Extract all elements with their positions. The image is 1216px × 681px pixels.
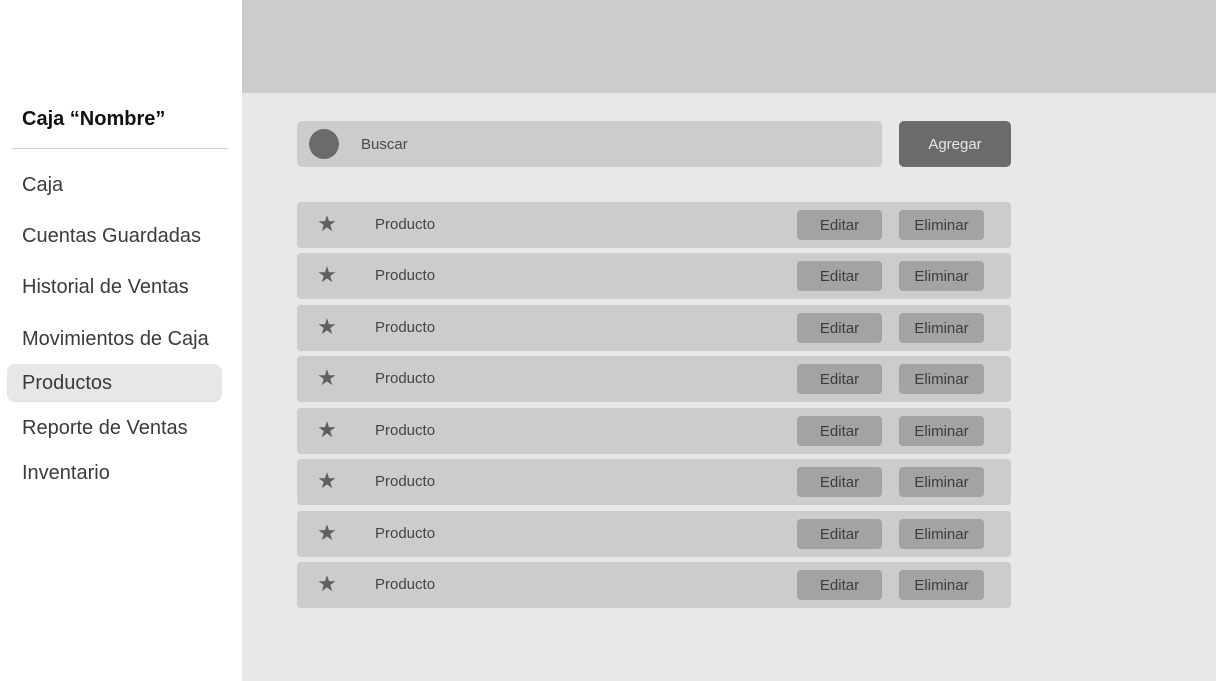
delete-button[interactable]: Eliminar (899, 364, 984, 394)
star-icon[interactable]: ★ (316, 522, 338, 544)
product-name: Producto (375, 473, 436, 490)
delete-button[interactable]: Eliminar (899, 570, 984, 600)
edit-button[interactable]: Editar (797, 261, 882, 291)
product-row: ★ Producto Editar Eliminar (297, 202, 1011, 248)
delete-button[interactable]: Eliminar (899, 210, 984, 240)
edit-button[interactable]: Editar (797, 210, 882, 240)
product-row: ★ Producto Editar Eliminar (297, 253, 1011, 299)
sidebar-item-inventario[interactable]: Inventario (22, 461, 110, 485)
sidebar-title: Caja “Nombre” (22, 108, 166, 130)
sidebar-item-productos[interactable]: Productos (22, 371, 112, 395)
delete-button[interactable]: Eliminar (899, 313, 984, 343)
star-icon[interactable]: ★ (316, 213, 338, 235)
delete-button[interactable]: Eliminar (899, 467, 984, 497)
search-input[interactable] (357, 121, 865, 167)
sidebar-item-historial-de-ventas[interactable]: Historial de Ventas (22, 275, 189, 299)
star-icon[interactable]: ★ (316, 367, 338, 389)
product-row: ★ Producto Editar Eliminar (297, 356, 1011, 402)
sidebar-divider (12, 148, 228, 149)
sidebar-item-cuentas-guardadas[interactable]: Cuentas Guardadas (22, 224, 201, 248)
delete-button[interactable]: Eliminar (899, 261, 984, 291)
star-icon[interactable]: ★ (316, 264, 338, 286)
product-row: ★ Producto Editar Eliminar (297, 459, 1011, 505)
product-name: Producto (375, 525, 436, 542)
product-row: ★ Producto Editar Eliminar (297, 408, 1011, 454)
product-row: ★ Producto Editar Eliminar (297, 305, 1011, 351)
delete-button[interactable]: Eliminar (899, 519, 984, 549)
star-icon[interactable]: ★ (316, 573, 338, 595)
sidebar-item-reporte-de-ventas[interactable]: Reporte de Ventas (22, 416, 188, 440)
header-bar (242, 0, 1216, 93)
delete-button[interactable]: Eliminar (899, 416, 984, 446)
edit-button[interactable]: Editar (797, 467, 882, 497)
star-icon[interactable]: ★ (316, 316, 338, 338)
product-name: Producto (375, 267, 436, 284)
edit-button[interactable]: Editar (797, 416, 882, 446)
product-name: Producto (375, 319, 436, 336)
star-icon[interactable]: ★ (316, 419, 338, 441)
product-row: ★ Producto Editar Eliminar (297, 511, 1011, 557)
sidebar: Caja “Nombre” Caja Cuentas Guardadas His… (0, 0, 242, 681)
product-name: Producto (375, 576, 436, 593)
product-name: Producto (375, 216, 436, 233)
product-name: Producto (375, 422, 436, 439)
edit-button[interactable]: Editar (797, 519, 882, 549)
star-icon[interactable]: ★ (316, 470, 338, 492)
add-button[interactable]: Agregar (899, 121, 1011, 167)
edit-button[interactable]: Editar (797, 364, 882, 394)
product-name: Producto (375, 370, 436, 387)
product-row: ★ Producto Editar Eliminar (297, 562, 1011, 608)
search-icon[interactable] (309, 129, 339, 159)
sidebar-item-movimientos-de-caja[interactable]: Movimientos de Caja (22, 327, 209, 351)
edit-button[interactable]: Editar (797, 313, 882, 343)
sidebar-item-caja[interactable]: Caja (22, 173, 63, 197)
edit-button[interactable]: Editar (797, 570, 882, 600)
search-bar[interactable] (297, 121, 882, 167)
